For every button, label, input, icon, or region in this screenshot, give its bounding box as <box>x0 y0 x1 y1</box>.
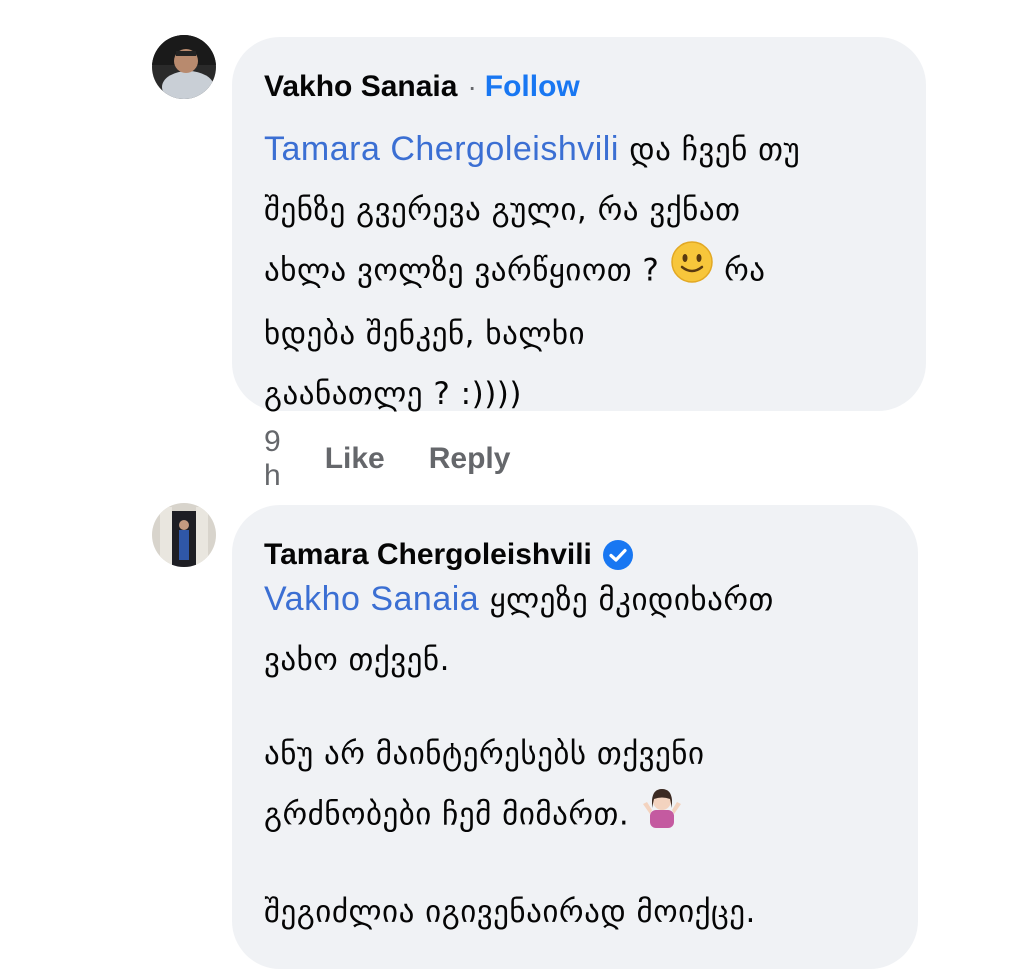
author-name[interactable]: Vakho Sanaia <box>264 69 457 105</box>
text-segment: გრძნობები ჩემ მიმართ. <box>264 796 630 833</box>
slightly-smiling-face-icon <box>670 240 714 304</box>
follow-button[interactable]: Follow <box>485 69 580 105</box>
text-line: გაანათლე ? :)))) <box>264 376 522 412</box>
text-line: შენზე გვერევა გული, რა ვქნათ <box>264 192 741 228</box>
verified-badge-icon <box>602 539 634 571</box>
reply-button[interactable]: Reply <box>429 442 511 476</box>
text-segment: ახლა ვოლზე ვარწყიოთ ? <box>264 252 660 289</box>
text-line <box>264 848 774 882</box>
text-segment: ყლეზე მკიდიხართ <box>489 582 774 618</box>
comment-bubble: Vakho Sanaia · Follow Tamara Chergoleish… <box>232 37 926 412</box>
text-line: Vakho Sanaia ყლეზე მკიდიხართ <box>264 569 774 630</box>
avatar[interactable] <box>152 35 216 99</box>
text-line: ხდება შენკენ, ხალხი <box>264 316 586 352</box>
text-line <box>264 690 774 724</box>
author-name[interactable]: Tamara Chergoleishvili <box>264 537 592 573</box>
like-button[interactable]: Like <box>325 442 385 476</box>
comment-text: Tamara Chergoleishvili და ჩვენ თუ შენზე … <box>264 119 800 424</box>
person-shrugging-icon <box>640 784 684 848</box>
text-line: შეგიძლია იგივენაირად მოიქცე. <box>264 894 756 930</box>
text-line: ახლა ვოლზე ვარწყიოთ ? რა <box>264 240 800 304</box>
mention-link[interactable]: Tamara Chergoleishvili <box>264 130 619 168</box>
author-line: Tamara Chergoleishvili <box>264 537 634 573</box>
comment-text: Vakho Sanaia ყლეზე მკიდიხართ ვახო თქვენ.… <box>264 569 774 942</box>
avatar[interactable] <box>152 503 216 567</box>
comment-meta: 9 h Like Reply <box>264 425 554 493</box>
text-line: Tamara Chergoleishvili და ჩვენ თუ <box>264 119 800 180</box>
text-segment: რა <box>724 252 766 289</box>
text-line: ანუ არ მაინტერესებს თქვენი <box>264 736 705 772</box>
comment-bubble: Tamara Chergoleishvili Vakho Sanaia ყლეზ… <box>232 505 918 969</box>
text-line: ვახო თქვენ. <box>264 642 450 678</box>
text-segment: და ჩვენ თუ <box>629 132 801 168</box>
separator-dot: · <box>467 71 477 102</box>
text-line: გრძნობები ჩემ მიმართ. <box>264 784 774 848</box>
author-line: Vakho Sanaia · Follow <box>264 69 580 105</box>
timestamp[interactable]: 9 h <box>264 425 281 493</box>
mention-link[interactable]: Vakho Sanaia <box>264 580 479 618</box>
